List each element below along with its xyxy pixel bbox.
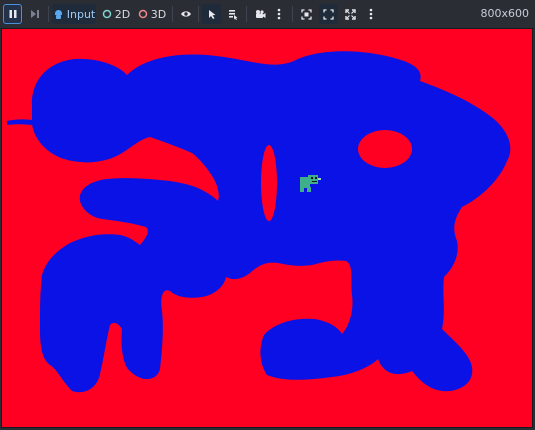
visibility-eye-icon bbox=[180, 11, 191, 17]
more-vertical-icon-2 bbox=[369, 8, 373, 20]
expand-button[interactable] bbox=[341, 4, 360, 24]
mode-2d-label: 2D bbox=[114, 7, 131, 21]
more-vertical-icon bbox=[277, 8, 281, 20]
input-label: Input bbox=[66, 7, 96, 21]
game-debugger-window: Input 2D 3D 800x600 bbox=[0, 0, 535, 430]
pause-icon bbox=[9, 10, 16, 18]
toolbar-separator bbox=[48, 6, 49, 22]
mode-3d-button[interactable]: 3D bbox=[136, 4, 168, 24]
expand-icon bbox=[345, 8, 356, 20]
circle-3d-icon bbox=[138, 9, 148, 19]
camera-override-icon bbox=[255, 10, 265, 18]
select-cursor-icon bbox=[208, 9, 215, 19]
red-hole-right bbox=[358, 130, 412, 168]
screenshot-frame-icon bbox=[301, 8, 312, 20]
toolbar-separator bbox=[246, 6, 247, 22]
list-select-button[interactable] bbox=[223, 4, 242, 24]
toolbar-separator bbox=[172, 6, 173, 22]
game-viewport-frame bbox=[1, 28, 533, 428]
camera-override-button[interactable] bbox=[250, 4, 269, 24]
mode-2d-button[interactable]: 2D bbox=[100, 4, 132, 24]
screenshot-frame-button[interactable] bbox=[297, 4, 316, 24]
mode-3d-label: 3D bbox=[150, 7, 167, 21]
debug-toolbar: Input 2D 3D 800x600 bbox=[0, 0, 535, 29]
input-toggle-button[interactable]: Input bbox=[52, 4, 96, 24]
toolbar-separator bbox=[198, 6, 199, 22]
input-icon bbox=[54, 9, 62, 19]
pause-button[interactable] bbox=[3, 4, 22, 24]
toolbar-separator bbox=[292, 6, 293, 22]
resolution-label: 800x600 bbox=[480, 7, 529, 20]
list-select-icon bbox=[228, 9, 237, 20]
camera-options-menu-button[interactable] bbox=[272, 4, 286, 24]
step-frame-icon bbox=[30, 10, 39, 18]
visibility-button[interactable] bbox=[176, 4, 195, 24]
fit-frame-button[interactable] bbox=[319, 4, 338, 24]
view-options-menu-button[interactable] bbox=[364, 4, 378, 24]
circle-2d-icon bbox=[102, 9, 112, 19]
fit-frame-icon bbox=[323, 8, 334, 20]
select-mode-button[interactable] bbox=[202, 4, 221, 24]
red-hole-center bbox=[261, 145, 277, 221]
step-frame-button[interactable] bbox=[25, 4, 44, 24]
game-viewport[interactable] bbox=[2, 29, 532, 427]
